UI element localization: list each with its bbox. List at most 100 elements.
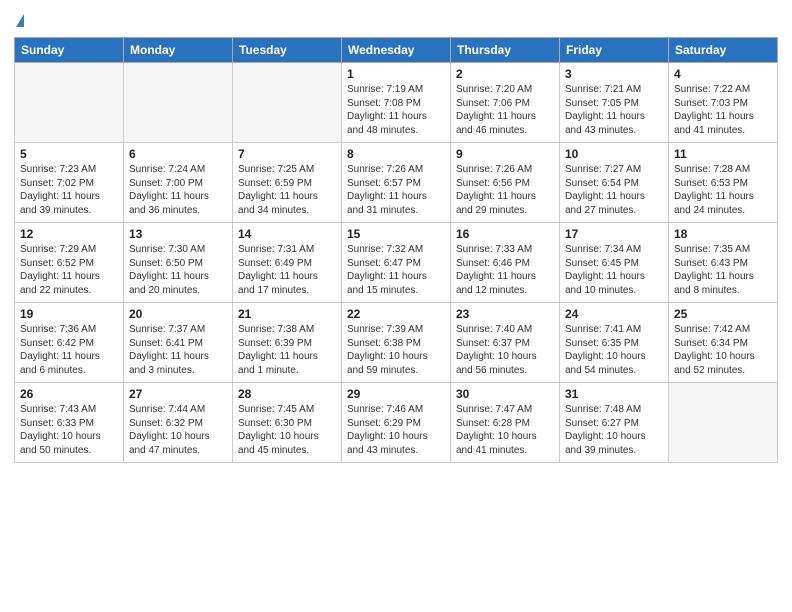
calendar-cell: 5 Sunrise: 7:23 AM Sunset: 7:02 PM Daylig… (15, 143, 124, 223)
calendar-cell: 22 Sunrise: 7:39 AM Sunset: 6:38 PM Dayli… (342, 303, 451, 383)
day-info: Sunrise: 7:34 AM Sunset: 6:45 PM Dayligh… (565, 243, 663, 297)
logo-area (14, 10, 24, 33)
day-info: Sunrise: 7:31 AM Sunset: 6:49 PM Dayligh… (238, 243, 336, 297)
calendar-week-row: 19 Sunrise: 7:36 AM Sunset: 6:42 PM Dayli… (15, 303, 778, 383)
day-number: 9 (456, 147, 554, 161)
day-info: Sunrise: 7:43 AM Sunset: 6:33 PM Dayligh… (20, 403, 118, 457)
calendar-cell: 2 Sunrise: 7:20 AM Sunset: 7:06 PM Daylig… (451, 63, 560, 143)
calendar-week-row: 1 Sunrise: 7:19 AM Sunset: 7:08 PM Daylig… (15, 63, 778, 143)
calendar-cell (669, 383, 778, 463)
day-number: 11 (674, 147, 772, 161)
calendar-cell: 30Sunrise: 7:47 AM Sunset: 6:28 PM Dayli… (451, 383, 560, 463)
calendar-cell: 8 Sunrise: 7:26 AM Sunset: 6:57 PM Daylig… (342, 143, 451, 223)
day-number: 30 (456, 387, 554, 401)
calendar-week-row: 5 Sunrise: 7:23 AM Sunset: 7:02 PM Daylig… (15, 143, 778, 223)
day-info: Sunrise: 7:29 AM Sunset: 6:52 PM Dayligh… (20, 243, 118, 297)
calendar-cell: 12 Sunrise: 7:29 AM Sunset: 6:52 PM Dayli… (15, 223, 124, 303)
day-of-week-header: Saturday (669, 38, 778, 63)
calendar-cell: 28 Sunrise: 7:45 AM Sunset: 6:30 PM Dayli… (233, 383, 342, 463)
day-number: 5 (20, 147, 118, 161)
day-info: Sunrise: 7:23 AM Sunset: 7:02 PM Dayligh… (20, 163, 118, 217)
calendar-page: SundayMondayTuesdayWednesdayThursdayFrid… (0, 0, 792, 612)
day-number: 18 (674, 227, 772, 241)
calendar-cell: 24 Sunrise: 7:41 AM Sunset: 6:35 PM Dayli… (560, 303, 669, 383)
calendar-cell: 21Sunrise: 7:38 AM Sunset: 6:39 PM Dayli… (233, 303, 342, 383)
calendar-cell: 25Sunrise: 7:42 AM Sunset: 6:34 PM Dayli… (669, 303, 778, 383)
day-number: 31 (565, 387, 663, 401)
day-info: Sunrise: 7:44 AM Sunset: 6:32 PM Dayligh… (129, 403, 227, 457)
calendar-header-row: SundayMondayTuesdayWednesdayThursdayFrid… (15, 38, 778, 63)
day-number: 6 (129, 147, 227, 161)
day-number: 29 (347, 387, 445, 401)
calendar-cell: 19 Sunrise: 7:36 AM Sunset: 6:42 PM Dayli… (15, 303, 124, 383)
day-of-week-header: Sunday (15, 38, 124, 63)
calendar-cell: 4 Sunrise: 7:22 AM Sunset: 7:03 PM Daylig… (669, 63, 778, 143)
calendar-cell (124, 63, 233, 143)
day-info: Sunrise: 7:46 AM Sunset: 6:29 PM Dayligh… (347, 403, 445, 457)
calendar-cell: 3Sunrise: 7:21 AM Sunset: 7:05 PM Daylig… (560, 63, 669, 143)
day-info: Sunrise: 7:37 AM Sunset: 6:41 PM Dayligh… (129, 323, 227, 377)
calendar-cell: 17Sunrise: 7:34 AM Sunset: 6:45 PM Dayli… (560, 223, 669, 303)
day-number: 16 (456, 227, 554, 241)
day-number: 1 (347, 67, 445, 81)
day-info: Sunrise: 7:27 AM Sunset: 6:54 PM Dayligh… (565, 163, 663, 217)
day-info: Sunrise: 7:26 AM Sunset: 6:57 PM Dayligh… (347, 163, 445, 217)
day-number: 15 (347, 227, 445, 241)
calendar-cell: 9Sunrise: 7:26 AM Sunset: 6:56 PM Daylig… (451, 143, 560, 223)
day-number: 24 (565, 307, 663, 321)
day-info: Sunrise: 7:48 AM Sunset: 6:27 PM Dayligh… (565, 403, 663, 457)
day-info: Sunrise: 7:22 AM Sunset: 7:03 PM Dayligh… (674, 83, 772, 137)
calendar-cell: 20Sunrise: 7:37 AM Sunset: 6:41 PM Dayli… (124, 303, 233, 383)
day-number: 14 (238, 227, 336, 241)
day-number: 3 (565, 67, 663, 81)
day-of-week-header: Tuesday (233, 38, 342, 63)
calendar-cell (233, 63, 342, 143)
calendar-cell (15, 63, 124, 143)
day-info: Sunrise: 7:45 AM Sunset: 6:30 PM Dayligh… (238, 403, 336, 457)
day-info: Sunrise: 7:40 AM Sunset: 6:37 PM Dayligh… (456, 323, 554, 377)
day-info: Sunrise: 7:19 AM Sunset: 7:08 PM Dayligh… (347, 83, 445, 137)
day-number: 23 (456, 307, 554, 321)
calendar-cell: 13 Sunrise: 7:30 AM Sunset: 6:50 PM Dayli… (124, 223, 233, 303)
calendar-cell: 7Sunrise: 7:25 AM Sunset: 6:59 PM Daylig… (233, 143, 342, 223)
day-number: 21 (238, 307, 336, 321)
day-of-week-header: Thursday (451, 38, 560, 63)
day-number: 26 (20, 387, 118, 401)
day-number: 13 (129, 227, 227, 241)
day-number: 8 (347, 147, 445, 161)
day-number: 19 (20, 307, 118, 321)
calendar-cell: 15 Sunrise: 7:32 AM Sunset: 6:47 PM Dayli… (342, 223, 451, 303)
day-number: 27 (129, 387, 227, 401)
day-info: Sunrise: 7:42 AM Sunset: 6:34 PM Dayligh… (674, 323, 772, 377)
day-of-week-header: Friday (560, 38, 669, 63)
day-info: Sunrise: 7:35 AM Sunset: 6:43 PM Dayligh… (674, 243, 772, 297)
calendar-cell: 14 Sunrise: 7:31 AM Sunset: 6:49 PM Dayli… (233, 223, 342, 303)
day-of-week-header: Monday (124, 38, 233, 63)
calendar-cell: 11 Sunrise: 7:28 AM Sunset: 6:53 PM Dayli… (669, 143, 778, 223)
calendar-week-row: 26 Sunrise: 7:43 AM Sunset: 6:33 PM Dayli… (15, 383, 778, 463)
day-info: Sunrise: 7:41 AM Sunset: 6:35 PM Dayligh… (565, 323, 663, 377)
day-info: Sunrise: 7:24 AM Sunset: 7:00 PM Dayligh… (129, 163, 227, 217)
day-number: 28 (238, 387, 336, 401)
day-info: Sunrise: 7:28 AM Sunset: 6:53 PM Dayligh… (674, 163, 772, 217)
day-info: Sunrise: 7:39 AM Sunset: 6:38 PM Dayligh… (347, 323, 445, 377)
calendar-table: SundayMondayTuesdayWednesdayThursdayFrid… (14, 37, 778, 463)
calendar-cell: 31 Sunrise: 7:48 AM Sunset: 6:27 PM Dayli… (560, 383, 669, 463)
day-info: Sunrise: 7:32 AM Sunset: 6:47 PM Dayligh… (347, 243, 445, 297)
day-number: 2 (456, 67, 554, 81)
day-info: Sunrise: 7:25 AM Sunset: 6:59 PM Dayligh… (238, 163, 336, 217)
calendar-cell: 16 Sunrise: 7:33 AM Sunset: 6:46 PM Dayli… (451, 223, 560, 303)
calendar-cell: 1 Sunrise: 7:19 AM Sunset: 7:08 PM Daylig… (342, 63, 451, 143)
calendar-cell: 26 Sunrise: 7:43 AM Sunset: 6:33 PM Dayli… (15, 383, 124, 463)
day-info: Sunrise: 7:20 AM Sunset: 7:06 PM Dayligh… (456, 83, 554, 137)
day-info: Sunrise: 7:30 AM Sunset: 6:50 PM Dayligh… (129, 243, 227, 297)
day-number: 4 (674, 67, 772, 81)
logo-triangle-icon (16, 14, 24, 27)
calendar-week-row: 12 Sunrise: 7:29 AM Sunset: 6:52 PM Dayli… (15, 223, 778, 303)
day-info: Sunrise: 7:36 AM Sunset: 6:42 PM Dayligh… (20, 323, 118, 377)
day-info: Sunrise: 7:33 AM Sunset: 6:46 PM Dayligh… (456, 243, 554, 297)
day-number: 12 (20, 227, 118, 241)
calendar-cell: 18 Sunrise: 7:35 AM Sunset: 6:43 PM Dayli… (669, 223, 778, 303)
calendar-cell: 6 Sunrise: 7:24 AM Sunset: 7:00 PM Daylig… (124, 143, 233, 223)
day-number: 22 (347, 307, 445, 321)
